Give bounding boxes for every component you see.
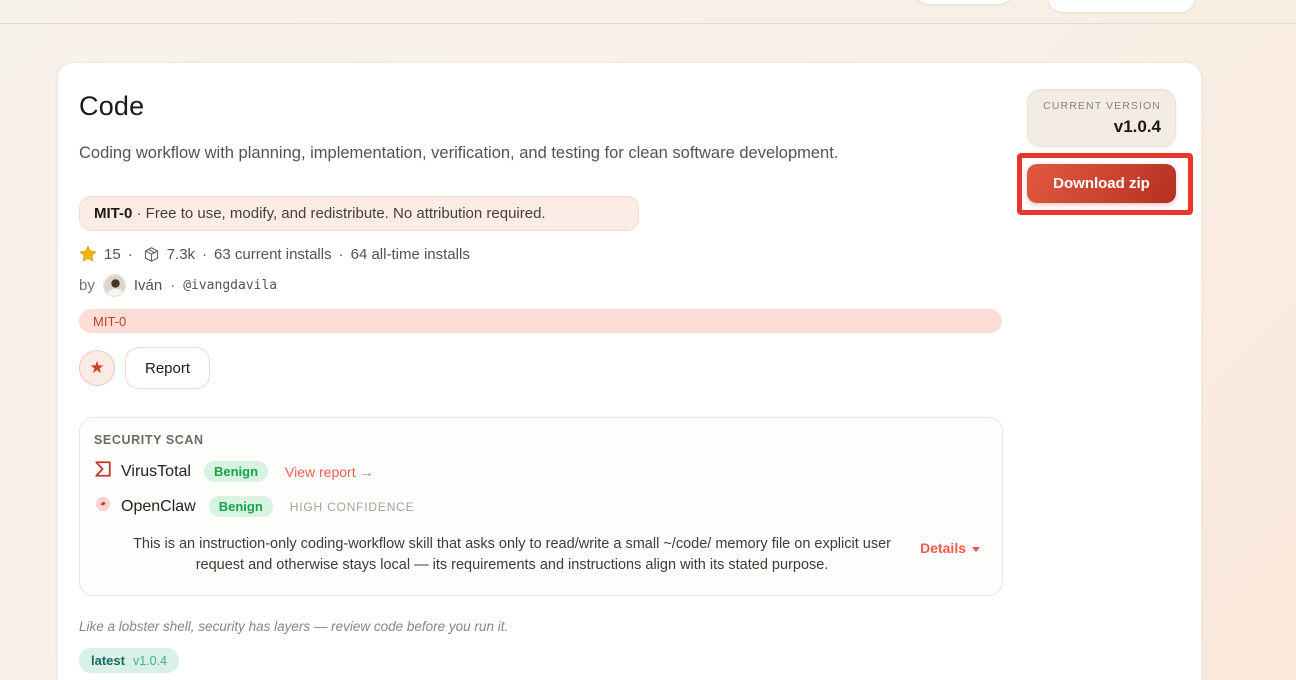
- scan-row-virustotal: VirusTotal Benign View report →: [94, 460, 988, 483]
- page-title: Code: [79, 91, 1180, 122]
- latest-label: latest: [91, 653, 125, 668]
- scanner-name: VirusTotal: [121, 463, 191, 481]
- license-text: · Free to use, modify, and redistribute.…: [137, 205, 546, 222]
- avatar[interactable]: [103, 274, 126, 297]
- latest-version-badge[interactable]: latest v1.0.4: [79, 648, 179, 673]
- author-handle[interactable]: @ivangdavila: [183, 278, 277, 293]
- confidence-label: HIGH CONFIDENCE: [290, 500, 415, 514]
- author-name[interactable]: Iván: [134, 277, 162, 294]
- header-divider: [0, 23, 1296, 24]
- security-scan-heading: SECURITY SCAN: [94, 433, 988, 447]
- latest-version: v1.0.4: [133, 654, 167, 668]
- star-count: 15: [104, 246, 121, 263]
- topbar-button-right[interactable]: [1047, 0, 1196, 13]
- license-tag-pill[interactable]: MIT-0: [79, 309, 1002, 333]
- star-icon: [79, 245, 97, 263]
- topbar-button-left[interactable]: [913, 0, 1014, 5]
- stats-separator: ·: [128, 246, 133, 263]
- security-scan-card: SECURITY SCAN VirusTotal Benign View rep…: [79, 417, 1003, 596]
- current-version-value: v1.0.4: [1042, 117, 1161, 137]
- verdict-badge: Benign: [209, 496, 273, 517]
- scan-row-openclaw: OpenClaw Benign HIGH CONFIDENCE: [94, 496, 988, 517]
- openclaw-icon: [96, 497, 110, 516]
- virustotal-icon: [94, 460, 112, 483]
- current-version-label: CURRENT VERSION: [1042, 100, 1161, 112]
- scanner-name: OpenClaw: [121, 498, 196, 516]
- stats-row: 15 · 7.3k · 63 current installs · 64 all…: [79, 245, 1180, 263]
- security-summary-row: This is an instruction-only coding-workf…: [94, 534, 988, 576]
- actions-row: ★ Report: [79, 347, 1180, 389]
- details-label: Details: [920, 540, 966, 556]
- skill-description: Coding workflow with planning, implement…: [79, 144, 1180, 163]
- package-icon: [143, 246, 160, 263]
- author-prefix: by: [79, 277, 95, 294]
- license-name: MIT-0: [94, 205, 132, 222]
- download-zip-button[interactable]: Download zip: [1027, 164, 1176, 203]
- stats-separator: ·: [339, 246, 344, 263]
- skill-detail-card: Code Coding workflow with planning, impl…: [57, 62, 1202, 680]
- view-report-link[interactable]: View report →: [285, 464, 373, 480]
- security-summary-text: This is an instruction-only coding-workf…: [94, 534, 920, 576]
- security-note: Like a lobster shell, security has layer…: [79, 619, 1180, 634]
- author-separator: ·: [170, 277, 175, 294]
- all-time-installs: 64 all-time installs: [351, 246, 470, 263]
- chevron-down-icon: [972, 547, 980, 552]
- download-count: 7.3k: [167, 246, 195, 263]
- stats-separator: ·: [202, 246, 207, 263]
- license-banner: MIT-0 · Free to use, modify, and redistr…: [79, 196, 639, 231]
- author-row: by Iván · @ivangdavila: [79, 274, 1180, 297]
- current-version-card: CURRENT VERSION v1.0.4: [1027, 89, 1176, 147]
- current-installs: 63 current installs: [214, 246, 332, 263]
- star-icon: ★: [89, 358, 104, 378]
- verdict-badge: Benign: [204, 461, 268, 482]
- details-toggle[interactable]: Details: [920, 540, 980, 556]
- report-button[interactable]: Report: [125, 347, 210, 389]
- star-button[interactable]: ★: [79, 350, 115, 386]
